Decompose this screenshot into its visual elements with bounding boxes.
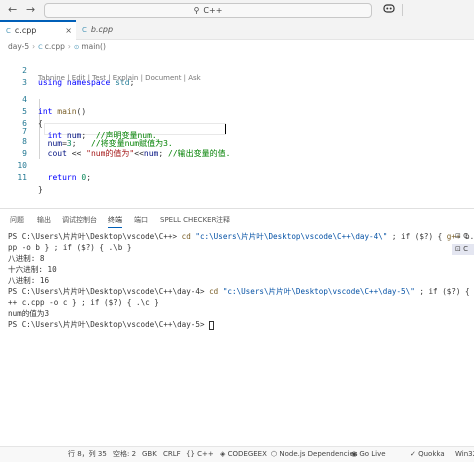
line-number: 11 bbox=[17, 173, 27, 182]
terminal-line: num的值为3 bbox=[8, 309, 50, 318]
status-go-live[interactable]: ◉ Go Live bbox=[351, 447, 386, 462]
status-language[interactable]: {} C++ bbox=[186, 447, 214, 462]
tab-problems[interactable]: 问题 bbox=[10, 215, 24, 225]
code-line: 10 return 0; bbox=[0, 148, 474, 182]
panel-tabs: 问题 输出 调试控制台 终端 端口 SPELL CHECKER 注释 bbox=[0, 209, 450, 229]
check-icon: ✓ bbox=[410, 450, 416, 458]
code-token: return bbox=[47, 173, 77, 182]
text-cursor bbox=[225, 124, 226, 134]
status-indentation[interactable]: 空格: 2 bbox=[113, 447, 136, 462]
bottom-panel: 问题 输出 调试控制台 终端 端口 SPELL CHECKER 注释 PS C:… bbox=[0, 208, 474, 446]
terminal-line: PS C:\Users\片片叶\Desktop\vscode\C++\day-4… bbox=[8, 286, 470, 297]
terminal-line: PS C:\Users\片片叶\Desktop\vscode\C++> cd "… bbox=[8, 231, 474, 242]
titlebar-divider bbox=[402, 4, 403, 16]
function-icon: ⊙ bbox=[73, 43, 80, 51]
breadcrumb-file[interactable]: c.cpp bbox=[45, 42, 65, 51]
code-line: 2 using namespace std; bbox=[0, 53, 474, 87]
copilot-icon[interactable] bbox=[383, 3, 395, 17]
status-codegeex-label: CODEGEEX bbox=[227, 450, 267, 458]
terminal-prompt: PS C:\Users\片片叶\Desktop\vscode\C++\day-5… bbox=[8, 320, 210, 329]
code-editor[interactable]: 2 using namespace std; 3 Tabnine | Edit … bbox=[0, 53, 474, 208]
terminal-line: PS C:\Users\片片叶\Desktop\vscode\C++\day-5… bbox=[8, 319, 443, 330]
tab-terminal[interactable]: 终端 bbox=[108, 215, 122, 228]
status-quokka-label: Quokka bbox=[418, 450, 445, 458]
terminal-string: "c:\Users\片片叶\Desktop\vscode\C++\day-5\" bbox=[218, 287, 415, 296]
status-encoding[interactable]: GBK bbox=[142, 447, 157, 462]
node-icon: ⬡ bbox=[271, 450, 278, 458]
status-cursor-position[interactable]: 行 8，列 35 bbox=[68, 447, 107, 462]
code-token: ; bbox=[86, 173, 92, 182]
back-arrow-icon[interactable]: ← bbox=[8, 3, 17, 17]
code-line: 4 int main() bbox=[0, 82, 474, 116]
chevron-right-icon: › bbox=[67, 42, 71, 51]
terminal-list: ⊡ C ⊡ C bbox=[452, 231, 474, 257]
status-bar: 行 8，列 35 空格: 2 GBK CRLF {} C++ ◈ CODEGEE… bbox=[0, 446, 474, 462]
status-quokka[interactable]: ✓ Quokka bbox=[410, 447, 445, 462]
terminal-string: "c:\Users\片片叶\Desktop\vscode\C++\day-4\" bbox=[190, 232, 388, 241]
status-node-label: Node.js Dependencies bbox=[279, 450, 358, 458]
status-node-deps[interactable]: ⬡ Node.js Dependencies bbox=[271, 447, 358, 462]
breadcrumb-symbol[interactable]: main() bbox=[81, 42, 106, 51]
terminal-cursor bbox=[209, 320, 215, 330]
terminal-prompt: PS C:\Users\片片叶\Desktop\vscode\C++> bbox=[8, 232, 182, 241]
search-icon: ⚲ bbox=[193, 6, 200, 15]
code-token: } bbox=[38, 185, 43, 194]
cpp-file-icon: C bbox=[38, 43, 43, 51]
status-codegeex[interactable]: ◈ CODEGEEX bbox=[220, 447, 267, 462]
tab-c-cpp[interactable]: Cc.cpp × bbox=[0, 20, 76, 40]
forward-arrow-icon[interactable]: → bbox=[26, 3, 35, 17]
codegeex-icon: ◈ bbox=[220, 450, 226, 458]
terminal-prompt: PS C:\Users\片片叶\Desktop\vscode\C++\day-4… bbox=[8, 287, 210, 296]
terminal-line: 十六进制: 10 bbox=[8, 265, 57, 274]
chevron-right-icon: › bbox=[32, 42, 36, 51]
terminal-list-label: C bbox=[463, 232, 468, 240]
terminal-list-label: C bbox=[463, 245, 468, 253]
code-line: 11 } bbox=[0, 160, 474, 194]
terminal-line: ++ c.cpp -o c } ; if ($?) { .\c } bbox=[8, 298, 159, 307]
cpp-file-icon: C bbox=[6, 27, 11, 35]
search-text: C++ bbox=[203, 6, 223, 15]
terminal-line: pp -o b } ; if ($?) { .\b } bbox=[8, 243, 132, 252]
status-go-live-label: Go Live bbox=[359, 450, 386, 458]
status-platform[interactable]: Win32 bbox=[455, 447, 474, 462]
close-icon[interactable]: × bbox=[65, 22, 72, 39]
terminal-line: 八进制: 16 bbox=[8, 276, 50, 285]
breadcrumb: day-5 › Cc.cpp › ⊙ main() bbox=[0, 41, 106, 53]
broadcast-icon: ◉ bbox=[351, 450, 358, 458]
tab-label: b.cpp bbox=[90, 25, 114, 34]
code-line: 8 cout << "num的值为"<<num; //输出变量的值. bbox=[0, 124, 474, 158]
terminal-line: 八进制: 8 bbox=[8, 254, 45, 263]
title-bar: ← → ⚲ C++ bbox=[0, 0, 474, 20]
code-line: 9 bbox=[0, 136, 474, 158]
terminal-icon: ⊡ bbox=[455, 232, 461, 240]
terminal-list-item[interactable]: ⊡ C bbox=[452, 231, 474, 242]
cpp-file-icon: C bbox=[82, 26, 87, 34]
tab-b-cpp[interactable]: Cb.cpp bbox=[76, 20, 136, 40]
tab-label: c.cpp bbox=[14, 26, 37, 35]
terminal-output[interactable]: PS C:\Users\片片叶\Desktop\vscode\C++> cd "… bbox=[8, 231, 474, 330]
tab-comments[interactable]: 注释 bbox=[216, 215, 230, 225]
status-eol[interactable]: CRLF bbox=[163, 447, 181, 462]
breadcrumb-folder[interactable]: day-5 bbox=[8, 42, 29, 51]
terminal-command: cd bbox=[181, 232, 191, 241]
terminal-icon: ⊡ bbox=[455, 245, 461, 253]
editor-tabs: Cc.cpp × Cb.cpp bbox=[0, 20, 474, 40]
tab-debug-console[interactable]: 调试控制台 bbox=[62, 215, 97, 225]
tab-ports[interactable]: 端口 bbox=[134, 215, 148, 225]
terminal-command: cd bbox=[209, 287, 219, 296]
terminal-text: ; if ($?) { bbox=[387, 232, 447, 241]
tab-spell-checker[interactable]: SPELL CHECKER bbox=[160, 215, 216, 225]
tab-output[interactable]: 输出 bbox=[37, 215, 51, 225]
terminal-list-item[interactable]: ⊡ C bbox=[452, 244, 474, 255]
terminal-text: ; if ($?) { g bbox=[414, 287, 474, 296]
command-center-search[interactable]: ⚲ C++ bbox=[44, 3, 372, 18]
code-line: 5 { bbox=[0, 94, 474, 128]
